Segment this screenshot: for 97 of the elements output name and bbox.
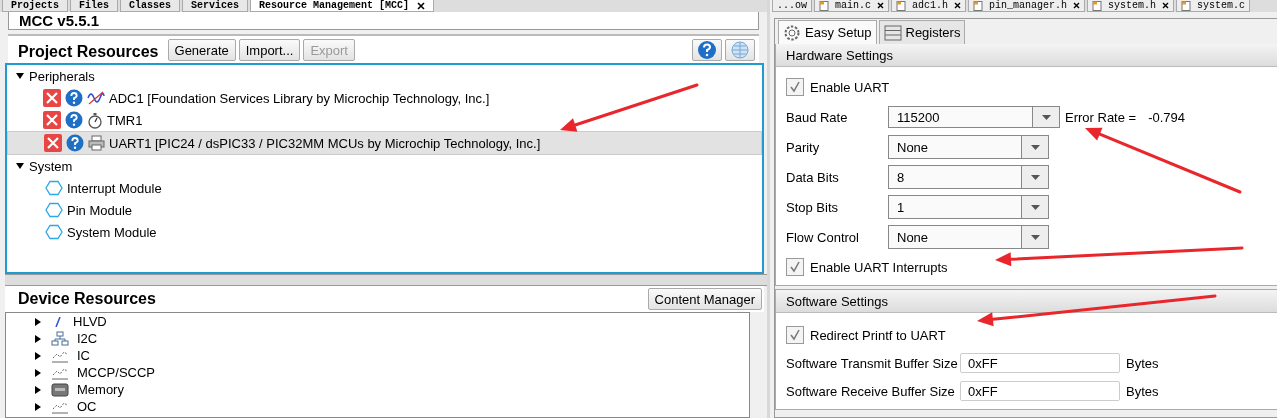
input-field[interactable]: 0xFF <box>960 353 1120 373</box>
tree-group-label[interactable]: System <box>29 158 73 174</box>
check-icon <box>789 261 801 273</box>
field-label: Software Transmit Buffer Size <box>786 355 959 371</box>
error-rate-label: Error Rate = <box>1065 109 1137 125</box>
file-icon <box>1181 0 1192 11</box>
content-manager-button[interactable]: Content Manager <box>647 288 762 310</box>
file-tab[interactable]: system.h <box>1087 0 1175 12</box>
network-icon <box>51 330 69 347</box>
stopwatch-icon <box>87 111 103 129</box>
panel-tab[interactable]: Projects <box>2 0 68 12</box>
section-title: Project Resources <box>18 43 159 61</box>
field-label: Baud Rate <box>786 109 849 125</box>
file-tab[interactable]: pin_manager.h <box>968 0 1086 12</box>
unit-label: Bytes <box>1126 355 1159 371</box>
file-icon <box>1092 0 1103 11</box>
section-header: Software Settings <box>776 290 1277 313</box>
printer-icon <box>88 135 105 151</box>
field-label: Parity <box>786 139 821 155</box>
globe-button[interactable] <box>725 39 755 61</box>
sine-wave-icon <box>87 90 105 106</box>
toolbar-button[interactable]: Import... <box>238 39 301 61</box>
field-label: Software Receive Buffer Size <box>786 383 956 399</box>
dropdown[interactable]: 1 <box>888 195 1049 219</box>
splitter-bar[interactable] <box>5 274 767 286</box>
check-icon <box>789 329 801 341</box>
help-icon <box>65 89 83 107</box>
checkbox[interactable] <box>786 258 804 276</box>
resource-item-label[interactable]: OC <box>77 399 97 414</box>
hexagon-icon <box>45 202 63 218</box>
settings-tab[interactable]: Registers <box>878 20 966 44</box>
caret-icon <box>1041 114 1051 120</box>
dropdown[interactable]: 115200 <box>888 106 1060 128</box>
checkbox-label: Enable UART <box>810 79 890 95</box>
remove-icon <box>43 89 61 107</box>
input-field[interactable]: 0xFF <box>960 381 1120 401</box>
tree-item-label[interactable]: ADC1 [Foundation Services Library by Microchip Technology, Inc.] <box>109 90 490 106</box>
help-icon <box>697 40 717 60</box>
close-icon <box>1162 2 1170 9</box>
close-icon <box>1073 2 1081 9</box>
list-icon <box>883 24 902 41</box>
globe-icon <box>730 40 750 60</box>
file-tab[interactable]: system.c <box>1176 0 1251 12</box>
error-rate-value: -0.794 <box>1148 109 1186 125</box>
chip-icon <box>51 381 69 398</box>
help-icon <box>66 134 84 152</box>
field-label: Stop Bits <box>786 199 840 215</box>
caret-icon <box>1030 204 1040 210</box>
section-title: Device Resources <box>18 290 156 308</box>
settings-tab[interactable]: Easy Setup <box>778 20 877 44</box>
help-icon <box>65 111 83 129</box>
resource-item-label[interactable]: IC <box>77 348 90 363</box>
file-tab[interactable]: main.c <box>814 0 890 12</box>
resource-item-label[interactable]: I2C <box>77 331 98 346</box>
dropdown[interactable]: None <box>888 225 1049 249</box>
unit-label: Bytes <box>1126 383 1159 399</box>
section-header: Hardware Settings <box>776 44 1277 67</box>
version-label: MCC v5.5.1 <box>8 12 759 30</box>
checkbox[interactable] <box>786 78 804 96</box>
panel-tab[interactable]: Resource Management [MCC] <box>250 0 435 12</box>
dropdown[interactable]: None <box>888 135 1049 159</box>
file-icon <box>896 0 907 11</box>
remove-icon <box>43 111 61 129</box>
resource-item-label[interactable]: HLVD <box>73 314 107 329</box>
checkbox-label: Redirect Printf to UART <box>810 327 946 343</box>
tree-item-label[interactable]: Interrupt Module <box>67 180 162 196</box>
check-icon <box>789 81 801 93</box>
close-icon <box>954 2 962 9</box>
file-icon <box>973 0 984 11</box>
caret-icon <box>1030 174 1040 180</box>
field-label: Data Bits <box>786 169 840 185</box>
tree-item-label[interactable]: Pin Module <box>67 202 133 218</box>
resource-item-label[interactable]: MCCP/SCCP <box>77 365 155 380</box>
toolbar-button[interactable]: Generate <box>167 39 236 61</box>
checkbox[interactable] <box>786 326 804 344</box>
file-tab[interactable]: adc1.h <box>891 0 967 12</box>
panel-tab[interactable]: Classes <box>120 0 181 12</box>
close-icon <box>877 2 885 9</box>
field-label: Flow Control <box>786 229 860 245</box>
hexagon-icon <box>45 180 63 196</box>
caret-icon <box>1030 144 1040 150</box>
caret-icon <box>1030 234 1040 240</box>
file-icon <box>819 0 829 11</box>
tree-item-label[interactable]: System Module <box>67 224 157 240</box>
hexagon-icon <box>45 224 63 240</box>
tree-group-label[interactable]: Peripherals <box>29 68 95 84</box>
checkbox-label: Enable UART Interrupts <box>810 259 948 275</box>
remove-icon <box>44 134 62 152</box>
file-tab[interactable]: ...ow <box>772 0 812 12</box>
dropdown[interactable]: 8 <box>888 165 1049 189</box>
close-icon <box>417 1 426 10</box>
gear-icon <box>783 23 801 42</box>
panel-tab[interactable]: Files <box>70 0 119 12</box>
help-button[interactable] <box>692 39 722 61</box>
tree-item-label[interactable]: TMR1 <box>107 112 143 128</box>
panel-tab[interactable]: Services <box>182 0 249 12</box>
resource-item-label[interactable]: Memory <box>77 382 124 397</box>
